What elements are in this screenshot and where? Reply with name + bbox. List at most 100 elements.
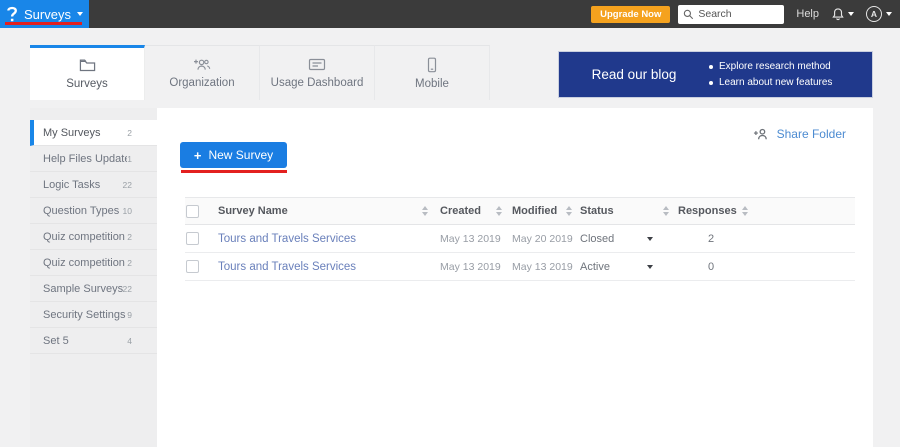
sort-icon[interactable] [564, 206, 574, 216]
sidebar-item-label: Quiz competition - ... [43, 257, 127, 269]
share-folder-label: Share Folder [777, 127, 846, 141]
blog-bullet-text: Explore research method [719, 61, 831, 72]
sidebar-item-quiz-competition-2[interactable]: Quiz competition - ... 2 [30, 250, 157, 276]
new-survey-button[interactable]: + New Survey [180, 142, 287, 168]
blog-bullet-text: Learn about new features [719, 77, 832, 88]
dashboard-icon [308, 57, 326, 72]
chevron-down-icon [848, 12, 854, 16]
modified-cell: May 13 2019 [506, 261, 564, 273]
sidebar-item-count: 22 [123, 284, 144, 294]
column-header-modified[interactable]: Modified [506, 205, 564, 217]
sidebar-item-count: 2 [127, 232, 144, 242]
sidebar-item-quiz-competition-1[interactable]: Quiz competition - ... 2 [30, 224, 157, 250]
sidebar-item-label: Sample Surveys [43, 283, 123, 295]
responses-header-label: Responses [678, 205, 737, 217]
folders-sidebar: My Surveys 2 Help Files Update 1 Logic T… [30, 108, 157, 447]
modified-cell: May 20 2019 [506, 233, 564, 245]
row-checkbox[interactable] [186, 260, 199, 273]
sidebar-item-label: Logic Tasks [43, 179, 123, 191]
sort-icon[interactable] [661, 206, 671, 216]
select-all-checkbox[interactable] [186, 205, 199, 218]
folder-icon [79, 58, 96, 73]
sidebar-item-my-surveys[interactable]: My Surveys 2 [30, 120, 157, 146]
sidebar-item-question-types[interactable]: Question Types 10 [30, 198, 157, 224]
tab-strip: Surveys Organization Usage Dashboard Mob… [30, 45, 873, 100]
sidebar-item-count: 9 [127, 310, 144, 320]
status-dropdown[interactable]: Closed [576, 233, 661, 245]
avatar: A [866, 6, 882, 22]
table-row: Tours and Travels Services May 13 2019 M… [185, 253, 855, 281]
share-folder-link[interactable]: Share Folder [753, 127, 846, 141]
sidebar-item-count: 10 [123, 206, 144, 216]
column-header-status[interactable]: Status [576, 205, 661, 217]
help-link[interactable]: Help [796, 8, 819, 20]
sidebar-item-count: 2 [127, 258, 144, 268]
tab-label: Organization [169, 77, 234, 89]
sidebar-item-security-settings[interactable]: Security Settings 9 [30, 302, 157, 328]
sidebar-item-label: Set 5 [43, 335, 127, 347]
chevron-down-icon [647, 265, 653, 269]
column-header-responses[interactable]: Responses [675, 205, 745, 217]
responses-cell: 0 [675, 261, 745, 273]
sidebar-item-label: Security Settings [43, 309, 127, 321]
created-cell: May 13 2019 [434, 233, 494, 245]
notifications-menu[interactable] [831, 7, 854, 22]
add-person-icon [753, 127, 769, 141]
tab-organization[interactable]: Organization [145, 45, 260, 100]
sidebar-item-label: Quiz competition - ... [43, 231, 127, 243]
plus-icon: + [194, 148, 202, 163]
search-box[interactable] [678, 5, 784, 24]
tab-label: Usage Dashboard [271, 77, 364, 89]
annotation-underline-new-survey [181, 170, 287, 173]
responses-cell: 2 [675, 233, 745, 245]
sidebar-item-count: 1 [127, 154, 144, 164]
top-bar: Surveys Upgrade Now Help A [0, 0, 900, 28]
tab-surveys[interactable]: Surveys [30, 45, 145, 100]
survey-name-link[interactable]: Tours and Travels Services [218, 233, 420, 245]
sort-icon[interactable] [420, 206, 430, 216]
column-header-survey-name[interactable]: Survey Name [218, 205, 420, 217]
add-people-icon [193, 57, 211, 72]
tab-label: Surveys [66, 78, 108, 90]
read-blog-banner[interactable]: Read our blog Explore research method Le… [558, 51, 873, 98]
sidebar-item-help-files-update[interactable]: Help Files Update 1 [30, 146, 157, 172]
account-menu[interactable]: A [866, 6, 892, 22]
annotation-underline-surveys [5, 22, 82, 25]
sidebar-item-logic-tasks[interactable]: Logic Tasks 22 [30, 172, 157, 198]
sidebar-item-label: Help Files Update [43, 153, 127, 165]
status-dropdown[interactable]: Active [576, 261, 661, 273]
bell-icon [831, 7, 845, 22]
app-name: Surveys [24, 7, 71, 22]
blog-banner-title: Read our blog [559, 67, 709, 82]
table-row: Tours and Travels Services May 13 2019 M… [185, 225, 855, 253]
row-checkbox[interactable] [186, 232, 199, 245]
sort-icon[interactable] [742, 206, 748, 216]
search-input[interactable] [698, 8, 778, 20]
sidebar-item-count: 4 [127, 336, 144, 346]
status-value: Closed [580, 233, 614, 245]
sort-icon[interactable] [494, 206, 504, 216]
chevron-down-icon [647, 237, 653, 241]
table-header-row: Survey Name Created Modified Status Resp… [185, 197, 855, 225]
survey-name-link[interactable]: Tours and Travels Services [218, 261, 420, 273]
sidebar-item-count: 22 [123, 180, 144, 190]
proprofs-logo-icon [6, 6, 18, 23]
column-header-created[interactable]: Created [434, 205, 494, 217]
status-value: Active [580, 261, 610, 273]
sidebar-item-label: My Surveys [43, 127, 127, 139]
main-content: Share Folder + New Survey Survey Name Cr… [157, 108, 873, 447]
search-icon [683, 9, 694, 20]
sidebar-item-count: 2 [127, 128, 144, 138]
created-cell: May 13 2019 [434, 261, 494, 273]
sidebar-item-sample-surveys[interactable]: Sample Surveys 22 [30, 276, 157, 302]
blog-bullet-item: Learn about new features [709, 77, 862, 88]
new-survey-label: New Survey [208, 148, 273, 162]
tab-usage-dashboard[interactable]: Usage Dashboard [260, 45, 375, 100]
upgrade-now-button[interactable]: Upgrade Now [591, 6, 670, 23]
tab-mobile[interactable]: Mobile [375, 45, 490, 100]
sidebar-item-set-5[interactable]: Set 5 4 [30, 328, 157, 354]
chevron-down-icon [77, 12, 83, 16]
smartphone-icon [426, 57, 438, 73]
app-switcher[interactable]: Surveys [0, 0, 89, 28]
sidebar-item-label: Question Types [43, 205, 123, 217]
